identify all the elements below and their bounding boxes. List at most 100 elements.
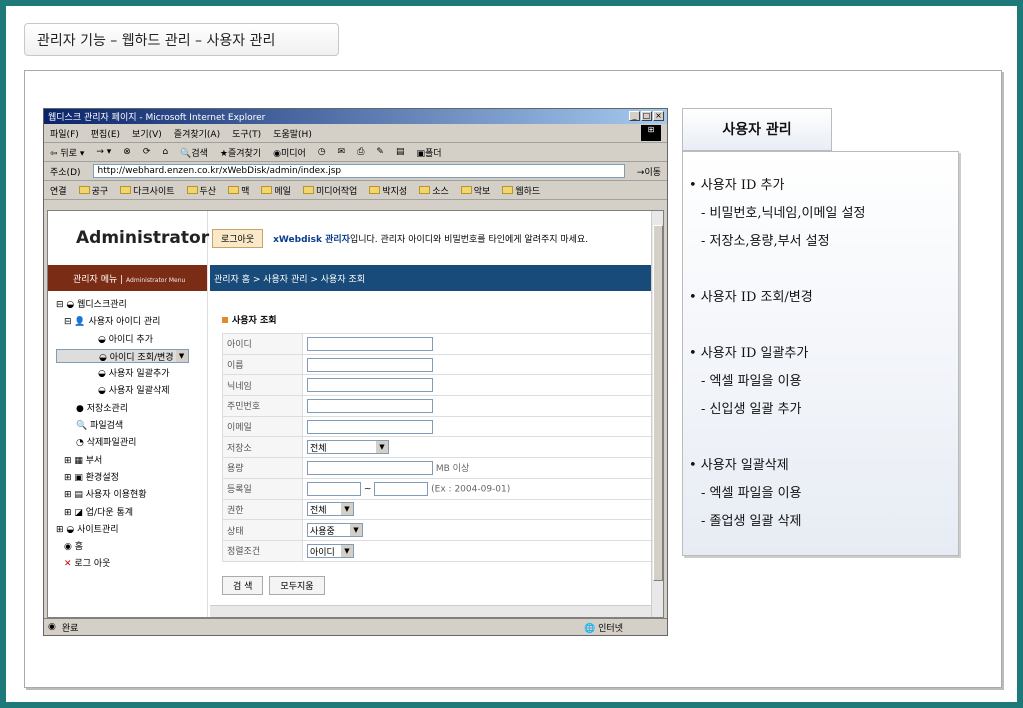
search-form: 아이디 이름 닉네임 주민번호 이메일 저장소전체 용량 MB 이상 등록일 ~… [222,333,653,562]
email-input[interactable] [307,419,433,434]
date-from-input[interactable] [307,481,361,496]
tree-item[interactable]: ⊟ 👤 사용자 아이디 관리 [56,314,207,331]
link-item[interactable]: 메일 [261,184,291,197]
menu-tools[interactable]: 도구(T) [232,127,261,140]
menu-favorites[interactable]: 즐겨찾기(A) [174,127,220,140]
feature-item: • 사용자 ID 추가 [689,178,785,193]
vertical-scrollbar[interactable] [651,211,663,617]
tree-item[interactable]: ◉ 홈 [56,539,207,556]
tree-item[interactable]: ⊞ ◪ 업/다운 통계 [56,505,207,522]
search-submit-button[interactable]: 검 색 [222,575,264,595]
address-label: 주소(D) [50,167,81,178]
feature-subitem: - 저장소,용량,부서 설정 [701,234,830,249]
address-bar: 주소(D) http://webhard.enzen.co.kr/xWebDis… [44,162,667,181]
print-icon[interactable]: ⎙ [357,147,364,157]
links-label: 연결 [50,186,67,197]
stop-icon[interactable]: ⊗ [123,147,131,157]
refresh-icon[interactable]: ⟳ [143,147,151,157]
tree-item[interactable]: ◒ 사용자 일괄삭제 [56,383,207,400]
menu-file[interactable]: 파일(F) [50,127,79,140]
search-button[interactable]: 🔍검색 [180,146,208,159]
go-button[interactable]: →이동 [637,165,661,178]
tree-item[interactable]: ◒ 사용자 일괄추가 [56,366,207,383]
link-item[interactable]: 다크사이트 [120,184,175,197]
field-label: 용량 [222,457,303,479]
link-item[interactable]: 웹하드 [502,184,540,197]
folders-button[interactable]: ▣폴더 [416,146,441,159]
history-icon[interactable]: ◷ [318,147,326,157]
admin-tree: ⊟ ◒ 웹디스크관리 ⊟ 👤 사용자 아이디 관리 ◒ 아이디 추가 ◒ 아이디… [48,291,207,574]
link-item[interactable]: 악보 [460,184,490,197]
back-button[interactable]: ⇦ 뒤로 ▾ [50,146,84,159]
field-label: 권한 [222,498,303,521]
field-label: 상태 [222,519,303,541]
nickname-input[interactable] [307,378,433,393]
name-input[interactable] [307,357,433,372]
tree-item[interactable]: ⊞ ▤ 사용자 이용현황 [56,487,207,504]
top-row: 로그아웃 xWebdisk 관리자입니다. 관리자 아이디와 비밀번호를 타인에… [210,211,651,265]
address-input[interactable]: http://webhard.enzen.co.kr/xWebDisk/admi… [92,164,625,178]
edit-icon[interactable]: ✎ [376,147,384,157]
tree-item[interactable]: 🔍 파일검색 [56,418,207,435]
tree-item[interactable]: ⊞ ▦ 부서 [56,453,207,470]
menu-edit[interactable]: 편집(E) [91,127,120,140]
field-label: 정렬조건 [222,539,303,562]
menu-help[interactable]: 도움말(H) [273,127,312,140]
role-select[interactable]: 전체 [307,502,354,517]
ssn-input[interactable] [307,398,433,413]
date-to-input[interactable] [374,481,429,496]
logout-button[interactable]: 로그아웃 [212,228,264,248]
tree-item-selected[interactable]: ◒ 아이디 조회/변경 [56,349,189,364]
storage-select[interactable]: 전체 [307,440,389,455]
right-panel: • 사용자 ID 추가 - 비밀번호,닉네임,이메일 설정 - 저장소,용량,부… [682,151,959,556]
id-input[interactable] [307,336,433,351]
discuss-icon[interactable]: ▤ [396,147,405,157]
zone-text: 🌐 인터넷 [584,623,623,634]
close-button[interactable]: × [653,111,664,121]
link-item[interactable]: 소스 [419,184,449,197]
capacity-input[interactable] [307,461,433,476]
admin-menu-header: 관리자 메뉴 | Administrator Menu [48,265,207,291]
tree-item[interactable]: ⊟ ◒ 웹디스크관리 [56,297,207,314]
feature-item: • 사용자 ID 조회/변경 [689,290,813,305]
minimize-button[interactable]: _ [629,111,640,121]
home-icon[interactable]: ⌂ [162,147,168,157]
link-item[interactable]: 공구 [78,184,108,197]
link-item[interactable]: 맥 [228,184,249,197]
tree-item[interactable]: ● 저장소관리 [56,401,207,418]
mail-icon[interactable]: ✉ [338,147,346,157]
status-select[interactable]: 사용중 [307,523,363,538]
clear-button[interactable]: 모두지움 [269,575,325,595]
link-item[interactable]: 박지성 [369,184,407,197]
ie-page-icon: ◉ [48,622,56,632]
tree-item[interactable]: ◔ 삭제파일관리 [56,435,207,452]
tree-item[interactable]: ✕ 로그 아웃 [56,556,207,573]
media-button[interactable]: ◉미디어 [273,146,306,159]
menu-view[interactable]: 보기(V) [132,127,162,140]
windows-logo-icon: ⊞ [641,125,661,141]
feature-subitem: - 엑셀 파일을 이용 [701,486,802,501]
sort-select[interactable]: 아이디 [307,543,354,558]
main-content: 로그아웃 xWebdisk 관리자입니다. 관리자 아이디와 비밀번호를 타인에… [210,211,653,617]
feature-subitem: - 비밀번호,닉네임,이메일 설정 [701,206,866,221]
link-item[interactable]: 두산 [186,184,216,197]
maximize-button[interactable]: □ [641,111,652,121]
field-label: 닉네임 [222,374,303,397]
field-label: 이름 [222,353,303,376]
tree-item[interactable]: ⊞ ◒ 사이트관리 [56,522,207,539]
browser-window: 웹디스크 관리자 페이지 - Microsoft Internet Explor… [43,108,668,636]
section-title: 사용자 조회 [222,313,651,326]
notice-text: xWebdisk 관리자입니다. 관리자 아이디와 비밀번호를 타인에게 알려주… [273,234,589,245]
admin-sidebar: Administrator 관리자 메뉴 | Administrator Men… [48,211,209,617]
link-item[interactable]: 미디어작업 [302,184,357,197]
links-bar: 연결 공구 다크사이트 두산 맥 메일 미디어작업 박지성 소스 악보 웹하드 [44,181,667,200]
horizontal-scrollbar[interactable] [210,605,651,617]
menu-bar: 파일(F) 편집(E) 보기(V) 즐겨찾기(A) 도구(T) 도움말(H) ⊞ [44,124,667,143]
field-label: 등록일 [222,477,303,500]
tree-item[interactable]: ◒ 아이디 추가 [56,332,207,349]
field-label: 주민번호 [222,395,303,417]
favorites-button[interactable]: ★즐겨찾기 [220,146,261,159]
forward-button[interactable]: → ▾ [96,147,111,157]
window-title: 웹디스크 관리자 페이지 - Microsoft Internet Explor… [48,113,266,123]
tree-item[interactable]: ⊞ ▣ 환경설정 [56,470,207,487]
